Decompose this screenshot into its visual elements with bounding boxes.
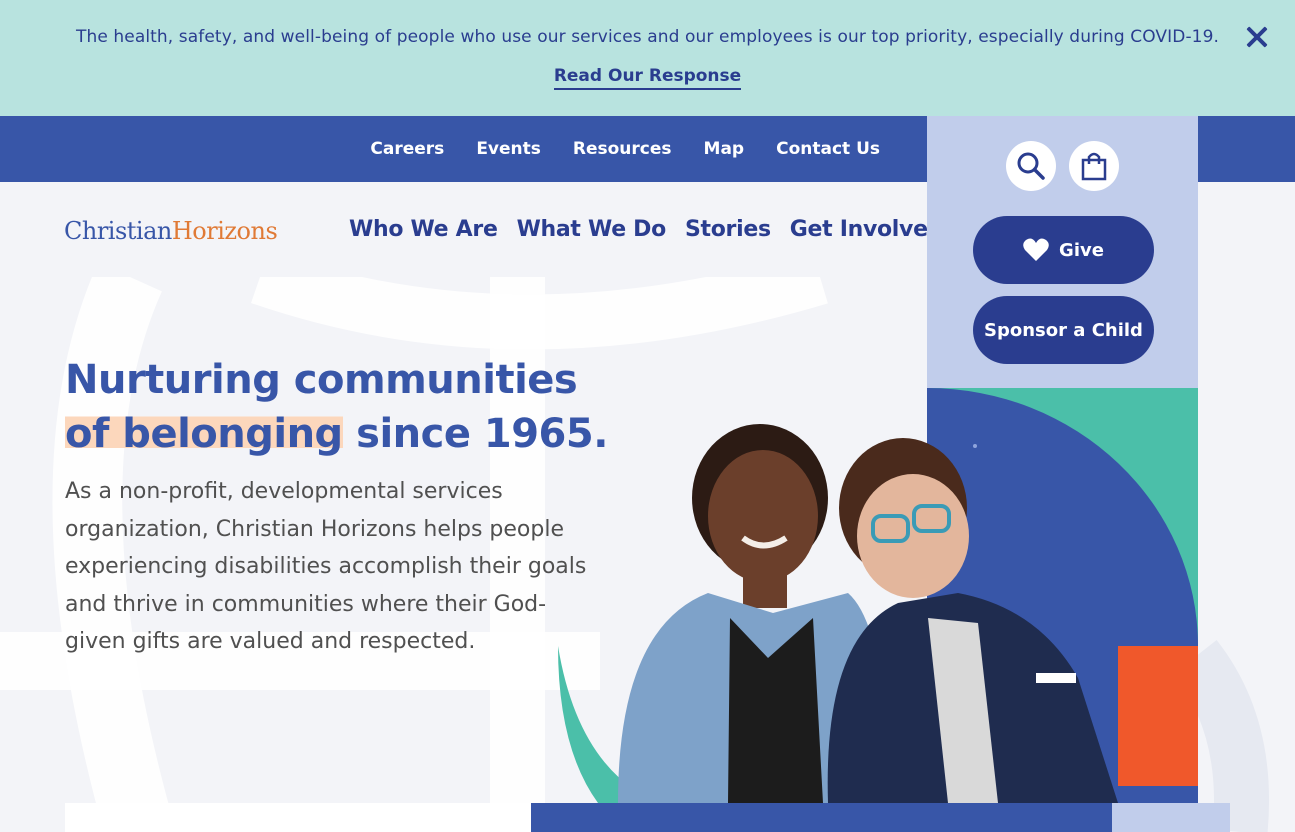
hero-title-highlight: of belonging	[65, 411, 343, 457]
logo-text-horizons: Horizons	[171, 217, 278, 245]
heart-icon	[1023, 238, 1049, 261]
primary-nav: Who We Are What We Do Stories Get Involv…	[349, 182, 943, 277]
bottom-card-middle	[531, 803, 1112, 832]
search-icon	[1017, 152, 1045, 180]
hero-description: As a non-profit, developmental services …	[65, 479, 587, 654]
nav-careers[interactable]: Careers	[370, 139, 444, 159]
hero-title-line1: Nurturing communities	[65, 357, 578, 403]
read-response-link[interactable]: Read Our Response	[553, 66, 742, 90]
action-panel: Give Sponsor a Child	[927, 116, 1198, 388]
give-label: Give	[1059, 239, 1104, 261]
nav-events[interactable]: Events	[476, 139, 541, 159]
nav-contact-us[interactable]: Contact Us	[776, 139, 880, 159]
bottom-card-left	[65, 803, 531, 832]
shopping-bag-icon	[1081, 152, 1107, 181]
hero-title: Nurturing communities of belonging since…	[65, 353, 608, 461]
hero-photo	[558, 388, 1198, 803]
nav-resources[interactable]: Resources	[573, 139, 672, 159]
alert-message: The health, safety, and well-being of pe…	[75, 27, 1220, 47]
nav-what-we-do[interactable]: What We Do	[517, 217, 667, 242]
give-button[interactable]: Give	[973, 216, 1154, 284]
sponsor-label: Sponsor a Child	[984, 319, 1143, 341]
nav-get-involved[interactable]: Get Involved	[790, 217, 944, 242]
search-button[interactable]	[1006, 141, 1056, 191]
alert-banner: The health, safety, and well-being of pe…	[0, 0, 1295, 116]
nav-map[interactable]: Map	[704, 139, 745, 159]
alert-link-wrap: Read Our Response	[0, 66, 1295, 90]
close-icon[interactable]	[1243, 23, 1271, 51]
nav-stories[interactable]: Stories	[685, 217, 771, 242]
cart-button[interactable]	[1069, 141, 1119, 191]
utility-links: Careers Events Resources Map Contact Us	[370, 116, 880, 182]
site-logo[interactable]: ChristianHorizons	[64, 217, 278, 245]
nav-who-we-are[interactable]: Who We Are	[349, 217, 498, 242]
sponsor-child-button[interactable]: Sponsor a Child	[973, 296, 1154, 364]
bottom-card-right	[1112, 803, 1230, 832]
logo-text-christian: Christian	[64, 217, 172, 245]
